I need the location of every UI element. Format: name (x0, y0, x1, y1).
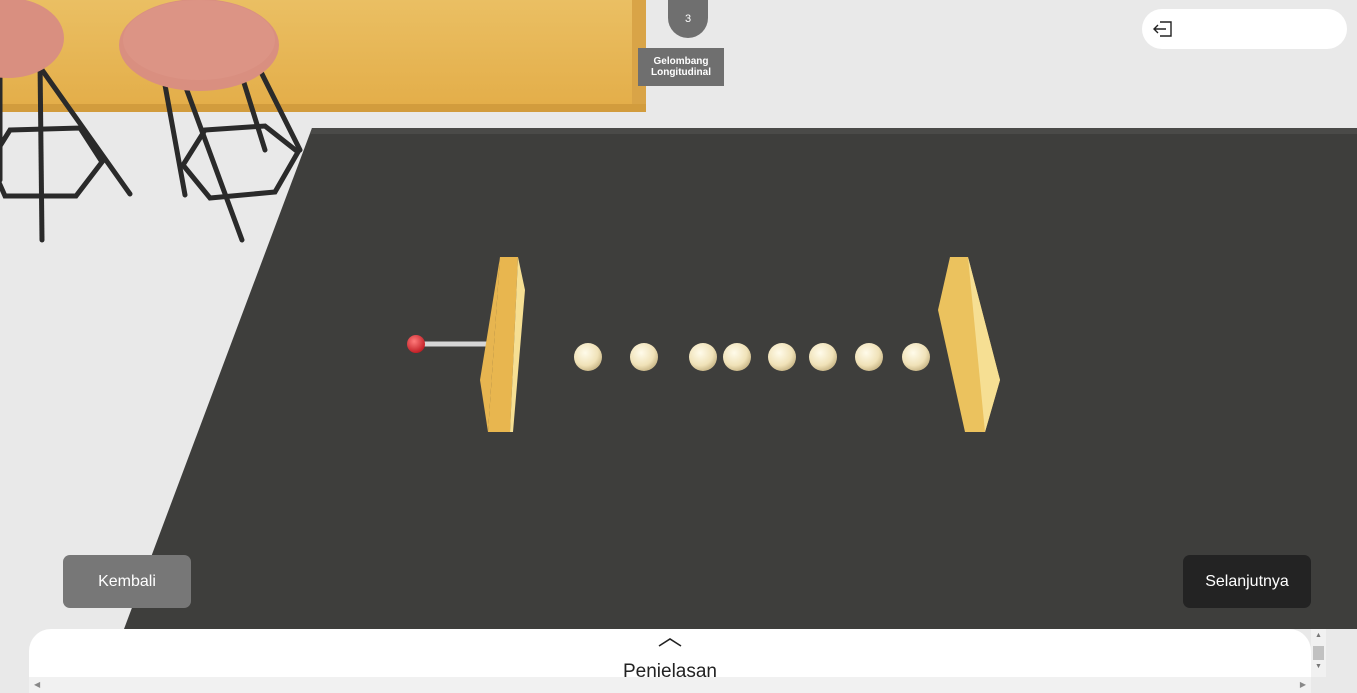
floor-mat (124, 128, 1357, 629)
exit-button[interactable] (1142, 9, 1347, 49)
step-title-line2: Longitudinal (651, 67, 711, 78)
yellow-table (0, 0, 646, 112)
drag-handle[interactable] (407, 335, 425, 353)
particle (689, 343, 717, 371)
scroll-down-icon[interactable]: ▼ (1311, 663, 1326, 670)
back-button[interactable]: Kembali (63, 555, 191, 608)
step-title: Gelombang Longitudinal (638, 48, 724, 86)
step-number: 3 (684, 13, 692, 25)
horizontal-scrollbar[interactable]: ◀ ▶ (29, 677, 1311, 693)
chevron-up-icon[interactable] (657, 635, 683, 649)
scroll-left-icon[interactable]: ◀ (34, 680, 40, 689)
scroll-up-icon[interactable]: ▲ (1311, 632, 1326, 639)
particle (723, 343, 751, 371)
particle (630, 343, 658, 371)
particle (902, 343, 930, 371)
simulation-scene (0, 0, 1357, 693)
particle (574, 343, 602, 371)
particle (768, 343, 796, 371)
vertical-scrollbar[interactable]: ▲ ▼ (1311, 629, 1326, 677)
exit-icon (1153, 21, 1172, 37)
scroll-right-icon[interactable]: ▶ (1300, 680, 1306, 689)
particle (809, 343, 837, 371)
particle (855, 343, 883, 371)
step-title-line1: Gelombang (653, 56, 709, 67)
next-button[interactable]: Selanjutnya (1183, 555, 1311, 608)
scroll-thumb[interactable] (1313, 646, 1324, 660)
